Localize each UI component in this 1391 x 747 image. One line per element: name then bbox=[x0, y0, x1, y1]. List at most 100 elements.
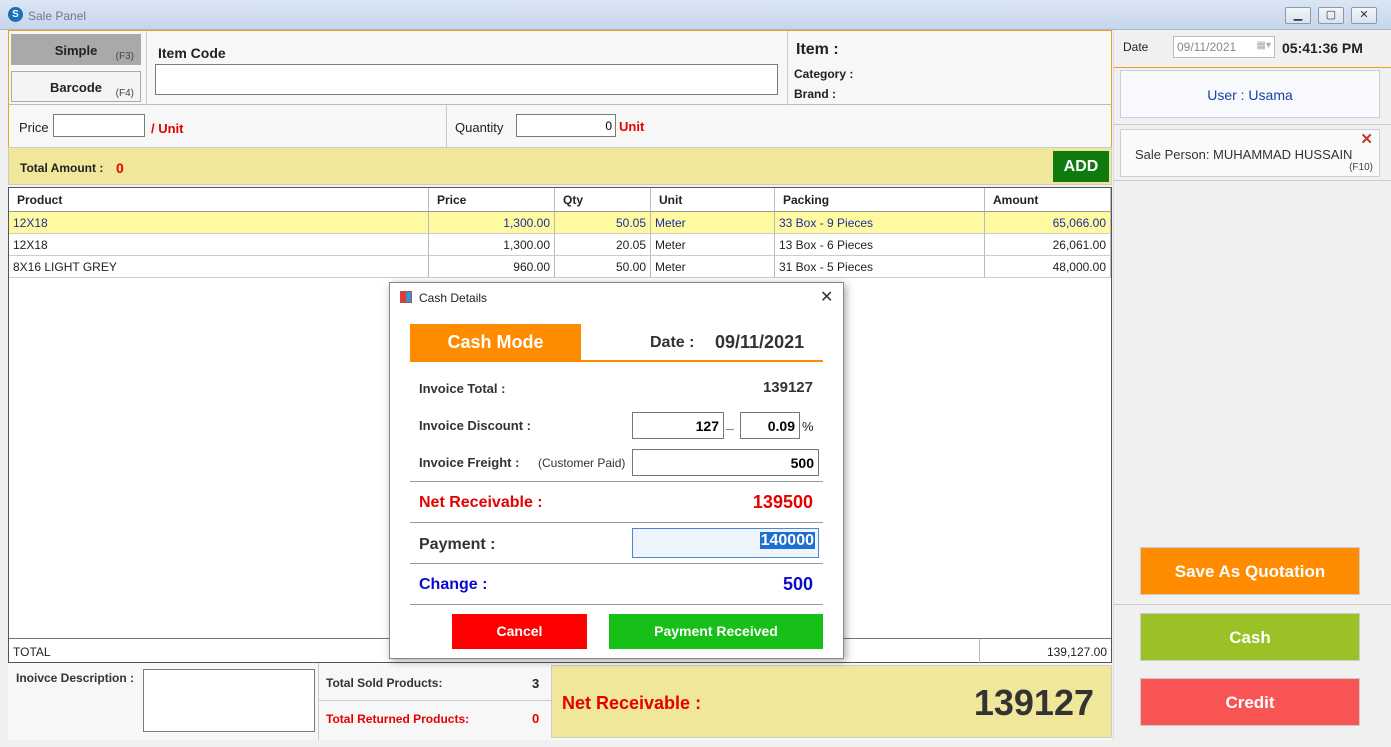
sale-person-name: Sale Person: MUHAMMAD HUSSAIN bbox=[1135, 147, 1353, 162]
col-header-qty[interactable]: Qty bbox=[555, 188, 651, 212]
col-header-price[interactable]: Price bbox=[429, 188, 555, 212]
cell-qty: 50.00 bbox=[555, 256, 651, 278]
cell-price: 1,300.00 bbox=[429, 212, 555, 234]
total-row-value: 139,127.00 bbox=[1046, 645, 1107, 659]
cell-unit: Meter bbox=[651, 212, 775, 234]
sale-person-key: (F10) bbox=[1349, 162, 1373, 173]
invoice-discount-label: Invoice Discount : bbox=[419, 418, 531, 433]
barcode-mode-button[interactable]: Barcode (F4) bbox=[11, 71, 141, 102]
cancel-button[interactable]: Cancel bbox=[452, 614, 587, 649]
item-code-label: Item Code bbox=[158, 45, 226, 61]
barcode-key: (F4) bbox=[115, 88, 134, 99]
percent-sign: % bbox=[802, 419, 814, 434]
invoice-total-value: 139127 bbox=[762, 379, 813, 396]
cell-price: 960.00 bbox=[429, 256, 555, 278]
window-title: Sale Panel bbox=[28, 9, 87, 23]
cell-product: 12X18 bbox=[9, 212, 429, 234]
net-receivable-value: 139127 bbox=[973, 682, 1094, 723]
add-button[interactable]: ADD bbox=[1053, 151, 1109, 182]
dialog-app-icon bbox=[400, 291, 412, 303]
freight-note: (Customer Paid) bbox=[538, 456, 626, 470]
price-quantity-row: Price / Unit Quantity Unit bbox=[8, 105, 1112, 147]
description-label: Inoivce Description : bbox=[16, 671, 135, 685]
discount-amount-input[interactable] bbox=[632, 412, 724, 439]
payment-input[interactable]: 140000 bbox=[632, 528, 819, 558]
calendar-dropdown-icon[interactable]: ▦▾ bbox=[1257, 40, 1271, 51]
simple-key: (F3) bbox=[115, 51, 134, 62]
change-value: 500 bbox=[782, 574, 813, 594]
dialog-close-icon[interactable]: ✕ bbox=[820, 287, 833, 307]
save-quotation-button[interactable]: Save As Quotation bbox=[1140, 547, 1360, 595]
item-entry-panel: Simple (F3) Barcode (F4) Item Code Item … bbox=[8, 30, 1112, 105]
freight-input[interactable] bbox=[632, 449, 819, 476]
invoice-total-label: Invoice Total : bbox=[419, 381, 506, 396]
cell-product: 8X16 LIGHT GREY bbox=[9, 256, 429, 278]
cash-details-dialog: Cash Details ✕ Cash Mode Date : 09/11/20… bbox=[389, 282, 844, 659]
date-label: Date bbox=[1123, 40, 1149, 54]
date-value: 09/11/2021 bbox=[1177, 40, 1237, 54]
cell-unit: Meter bbox=[651, 256, 775, 278]
app-icon: S bbox=[8, 7, 23, 22]
sold-products-value: 3 bbox=[532, 676, 540, 691]
invoice-freight-label: Invoice Freight : bbox=[419, 455, 520, 470]
col-header-amount[interactable]: Amount bbox=[985, 188, 1111, 212]
col-header-product[interactable]: Product bbox=[9, 188, 429, 212]
price-input[interactable] bbox=[53, 114, 145, 137]
cell-qty: 50.05 bbox=[555, 212, 651, 234]
bottom-summary: Inoivce Description : Total Sold Product… bbox=[8, 663, 1112, 740]
total-amount-band: Total Amount : 0 ADD bbox=[8, 147, 1112, 185]
item-label: Item : bbox=[796, 41, 839, 58]
credit-button[interactable]: Credit bbox=[1140, 678, 1360, 726]
cell-qty: 20.05 bbox=[555, 234, 651, 256]
cell-unit: Meter bbox=[651, 234, 775, 256]
discount-percent-input[interactable] bbox=[740, 412, 800, 439]
total-amount-label: Total Amount : bbox=[20, 161, 104, 175]
total-amount-value: 0 bbox=[116, 160, 124, 176]
remove-sale-person-icon[interactable]: ✕ bbox=[1360, 130, 1373, 148]
minimize-button[interactable]: ▁ bbox=[1285, 7, 1311, 24]
cell-product: 12X18 bbox=[9, 234, 429, 256]
dialog-date-label: Date : bbox=[650, 334, 695, 351]
cell-packing: 13 Box - 6 Pieces bbox=[775, 234, 985, 256]
payment-received-button[interactable]: Payment Received bbox=[609, 614, 823, 649]
cell-amount: 26,061.00 bbox=[985, 234, 1111, 256]
sale-person-box[interactable]: Sale Person: MUHAMMAD HUSSAIN (F10) ✕ bbox=[1120, 129, 1380, 177]
price-label: Price bbox=[19, 120, 49, 135]
dialog-net-receivable-label: Net Receivable : bbox=[419, 494, 543, 511]
maximize-button[interactable]: ▢ bbox=[1318, 7, 1344, 24]
cash-button[interactable]: Cash bbox=[1140, 613, 1360, 661]
returned-products-label: Total Returned Products: bbox=[326, 712, 470, 726]
simple-mode-button[interactable]: Simple (F3) bbox=[11, 34, 141, 65]
close-window-button[interactable]: ✕ bbox=[1351, 7, 1377, 24]
net-receivable-panel: Net Receivable : 139127 bbox=[551, 665, 1112, 738]
date-picker[interactable]: 09/11/2021 ▦▾ bbox=[1173, 36, 1275, 58]
time-display: 05:41:36 PM bbox=[1282, 40, 1363, 56]
sold-products-label: Total Sold Products: bbox=[326, 676, 443, 690]
user-display: User : Usama bbox=[1120, 70, 1380, 118]
cell-price: 1,300.00 bbox=[429, 234, 555, 256]
col-header-unit[interactable]: Unit bbox=[651, 188, 775, 212]
quantity-label: Quantity bbox=[455, 120, 504, 135]
price-unit: / Unit bbox=[151, 121, 184, 136]
category-label: Category : bbox=[794, 67, 854, 81]
returned-products-value: 0 bbox=[532, 711, 540, 726]
cell-packing: 33 Box - 9 Pieces bbox=[775, 212, 985, 234]
cell-packing: 31 Box - 5 Pieces bbox=[775, 256, 985, 278]
dialog-net-receivable-value: 139500 bbox=[752, 492, 813, 512]
item-code-input[interactable] bbox=[155, 64, 778, 95]
description-input[interactable] bbox=[143, 669, 315, 732]
col-header-packing[interactable]: Packing bbox=[775, 188, 985, 212]
brand-label: Brand : bbox=[794, 87, 836, 101]
net-receivable-label: Net Receivable : bbox=[562, 693, 702, 713]
payment-value: 140000 bbox=[759, 532, 815, 549]
discount-separator: _ bbox=[726, 415, 734, 431]
quantity-unit: Unit bbox=[619, 119, 645, 134]
title-bar: S Sale Panel ▁ ▢ ✕ bbox=[0, 0, 1391, 30]
change-label: Change : bbox=[419, 576, 488, 593]
payment-label: Payment : bbox=[419, 536, 496, 553]
quantity-input[interactable] bbox=[516, 114, 616, 137]
cash-mode-header: Cash Mode bbox=[410, 324, 581, 361]
right-sidebar: Date 09/11/2021 ▦▾ 05:41:36 PM User : Us… bbox=[1113, 30, 1391, 740]
total-row-label: TOTAL bbox=[13, 645, 51, 659]
dialog-title: Cash Details bbox=[419, 291, 488, 305]
